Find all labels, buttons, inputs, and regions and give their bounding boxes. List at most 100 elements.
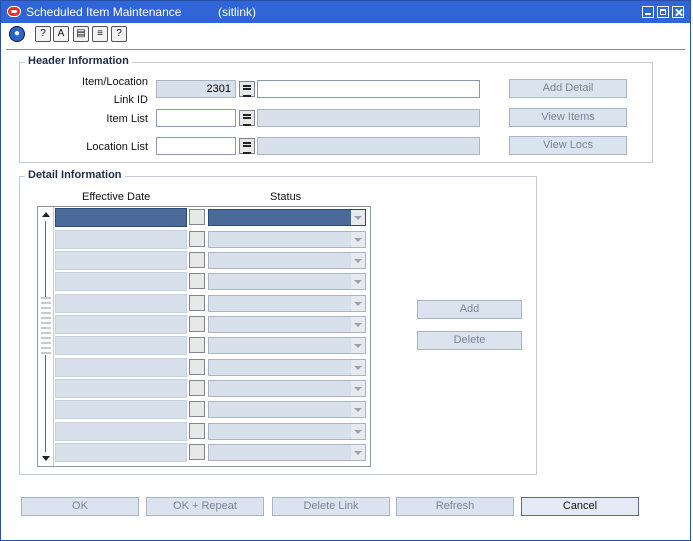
scroll-grip[interactable] [41,297,51,355]
status-combo[interactable] [208,273,366,290]
effective-date-header: Effective Date [82,191,151,203]
delete-link-button[interactable]: Delete Link [272,497,390,516]
view-locs-button[interactable]: View Locs [509,136,627,155]
calendar-icon[interactable] [189,380,205,396]
table-row [55,422,369,441]
effective-date-cell[interactable] [55,443,187,462]
effective-date-cell[interactable] [55,251,187,270]
translate-icon[interactable]: A [53,26,69,42]
close-icon[interactable] [672,6,684,18]
calendar-icon[interactable] [189,231,205,247]
calendar-icon[interactable] [189,273,205,289]
effective-date-cell[interactable] [55,230,187,249]
calendar-icon[interactable] [189,444,205,460]
effective-date-cell[interactable] [55,379,187,398]
globe-icon[interactable]: ● [9,26,25,42]
table-row [55,251,369,270]
item-list-description [257,109,480,127]
help-icon[interactable]: ? [111,26,127,42]
ok-button[interactable]: OK [21,497,139,516]
chevron-down-icon[interactable] [351,232,365,247]
minimize-icon[interactable] [642,6,654,18]
calendar-icon[interactable] [189,423,205,439]
table-row [55,272,369,291]
item-location-label: Item/Location [81,76,148,88]
effective-date-cell[interactable] [55,315,187,334]
status-combo[interactable] [208,444,366,461]
calendar-icon[interactable] [189,209,205,225]
chevron-down-icon[interactable] [351,381,365,396]
chevron-down-icon[interactable] [351,210,365,225]
calendar-icon[interactable]: ▤ [73,26,89,42]
window-subtitle: (sitlink) [218,5,256,19]
maximize-icon[interactable] [657,6,669,18]
chevron-down-icon[interactable] [351,317,365,332]
status-combo[interactable] [208,337,366,354]
calendar-icon[interactable] [189,316,205,332]
location-list-description [257,137,480,155]
location-list-input[interactable] [156,137,236,155]
item-list-label: Item List [106,113,148,125]
status-combo[interactable] [208,209,366,226]
effective-date-cell[interactable] [55,272,187,291]
link-id-field: 2301 [156,80,236,98]
status-combo[interactable] [208,401,366,418]
help-world-icon[interactable]: ? [35,26,51,42]
refresh-button[interactable]: Refresh [396,497,514,516]
delete-button[interactable]: Delete [417,331,522,350]
status-combo[interactable] [208,423,366,440]
status-combo[interactable] [208,231,366,248]
detail-scrollbar[interactable] [38,207,54,466]
effective-date-cell[interactable] [55,358,187,377]
calendar-icon[interactable] [189,401,205,417]
chevron-down-icon[interactable] [351,445,365,460]
chevron-down-icon[interactable] [351,338,365,353]
link-description-field[interactable] [257,80,480,98]
title-bar: Scheduled Item Maintenance (sitlink) [1,1,690,23]
table-row [55,358,369,377]
scroll-up-icon[interactable] [42,212,50,217]
status-combo[interactable] [208,316,366,333]
ok-repeat-button[interactable]: OK + Repeat [146,497,264,516]
calendar-icon[interactable] [189,337,205,353]
chevron-down-icon[interactable] [351,360,365,375]
app-window: Scheduled Item Maintenance (sitlink) ● ?… [0,0,691,541]
view-items-button[interactable]: View Items [509,108,627,127]
item-list-lov-icon[interactable] [239,110,255,126]
add-button[interactable]: Add [417,300,522,319]
chevron-down-icon[interactable] [351,424,365,439]
effective-date-cell[interactable] [55,208,187,227]
add-detail-button[interactable]: Add Detail [509,79,627,98]
table-row [55,400,369,419]
table-row [55,336,369,355]
status-combo[interactable] [208,295,366,312]
status-combo[interactable] [208,359,366,376]
effective-date-cell[interactable] [55,400,187,419]
calendar-icon[interactable] [189,295,205,311]
notes-icon[interactable]: ≡ [92,26,108,42]
table-row [55,294,369,313]
location-list-lov-icon[interactable] [239,138,255,154]
table-row [55,315,369,334]
effective-date-cell[interactable] [55,294,187,313]
location-list-label: Location List [86,141,148,153]
table-row [55,208,369,227]
effective-date-cell[interactable] [55,336,187,355]
scroll-down-icon[interactable] [42,456,50,461]
chevron-down-icon[interactable] [351,253,365,268]
calendar-icon[interactable] [189,252,205,268]
chevron-down-icon[interactable] [351,274,365,289]
item-list-input[interactable] [156,109,236,127]
chevron-down-icon[interactable] [351,296,365,311]
toolbar-divider [6,49,685,50]
oracle-app-icon [7,6,21,17]
effective-date-cell[interactable] [55,422,187,441]
table-row [55,230,369,249]
link-id-lov-icon[interactable] [239,81,255,97]
calendar-icon[interactable] [189,359,205,375]
cancel-button[interactable]: Cancel [521,497,639,516]
chevron-down-icon[interactable] [351,402,365,417]
header-info-title: Header Information [25,55,132,67]
status-combo[interactable] [208,380,366,397]
status-combo[interactable] [208,252,366,269]
